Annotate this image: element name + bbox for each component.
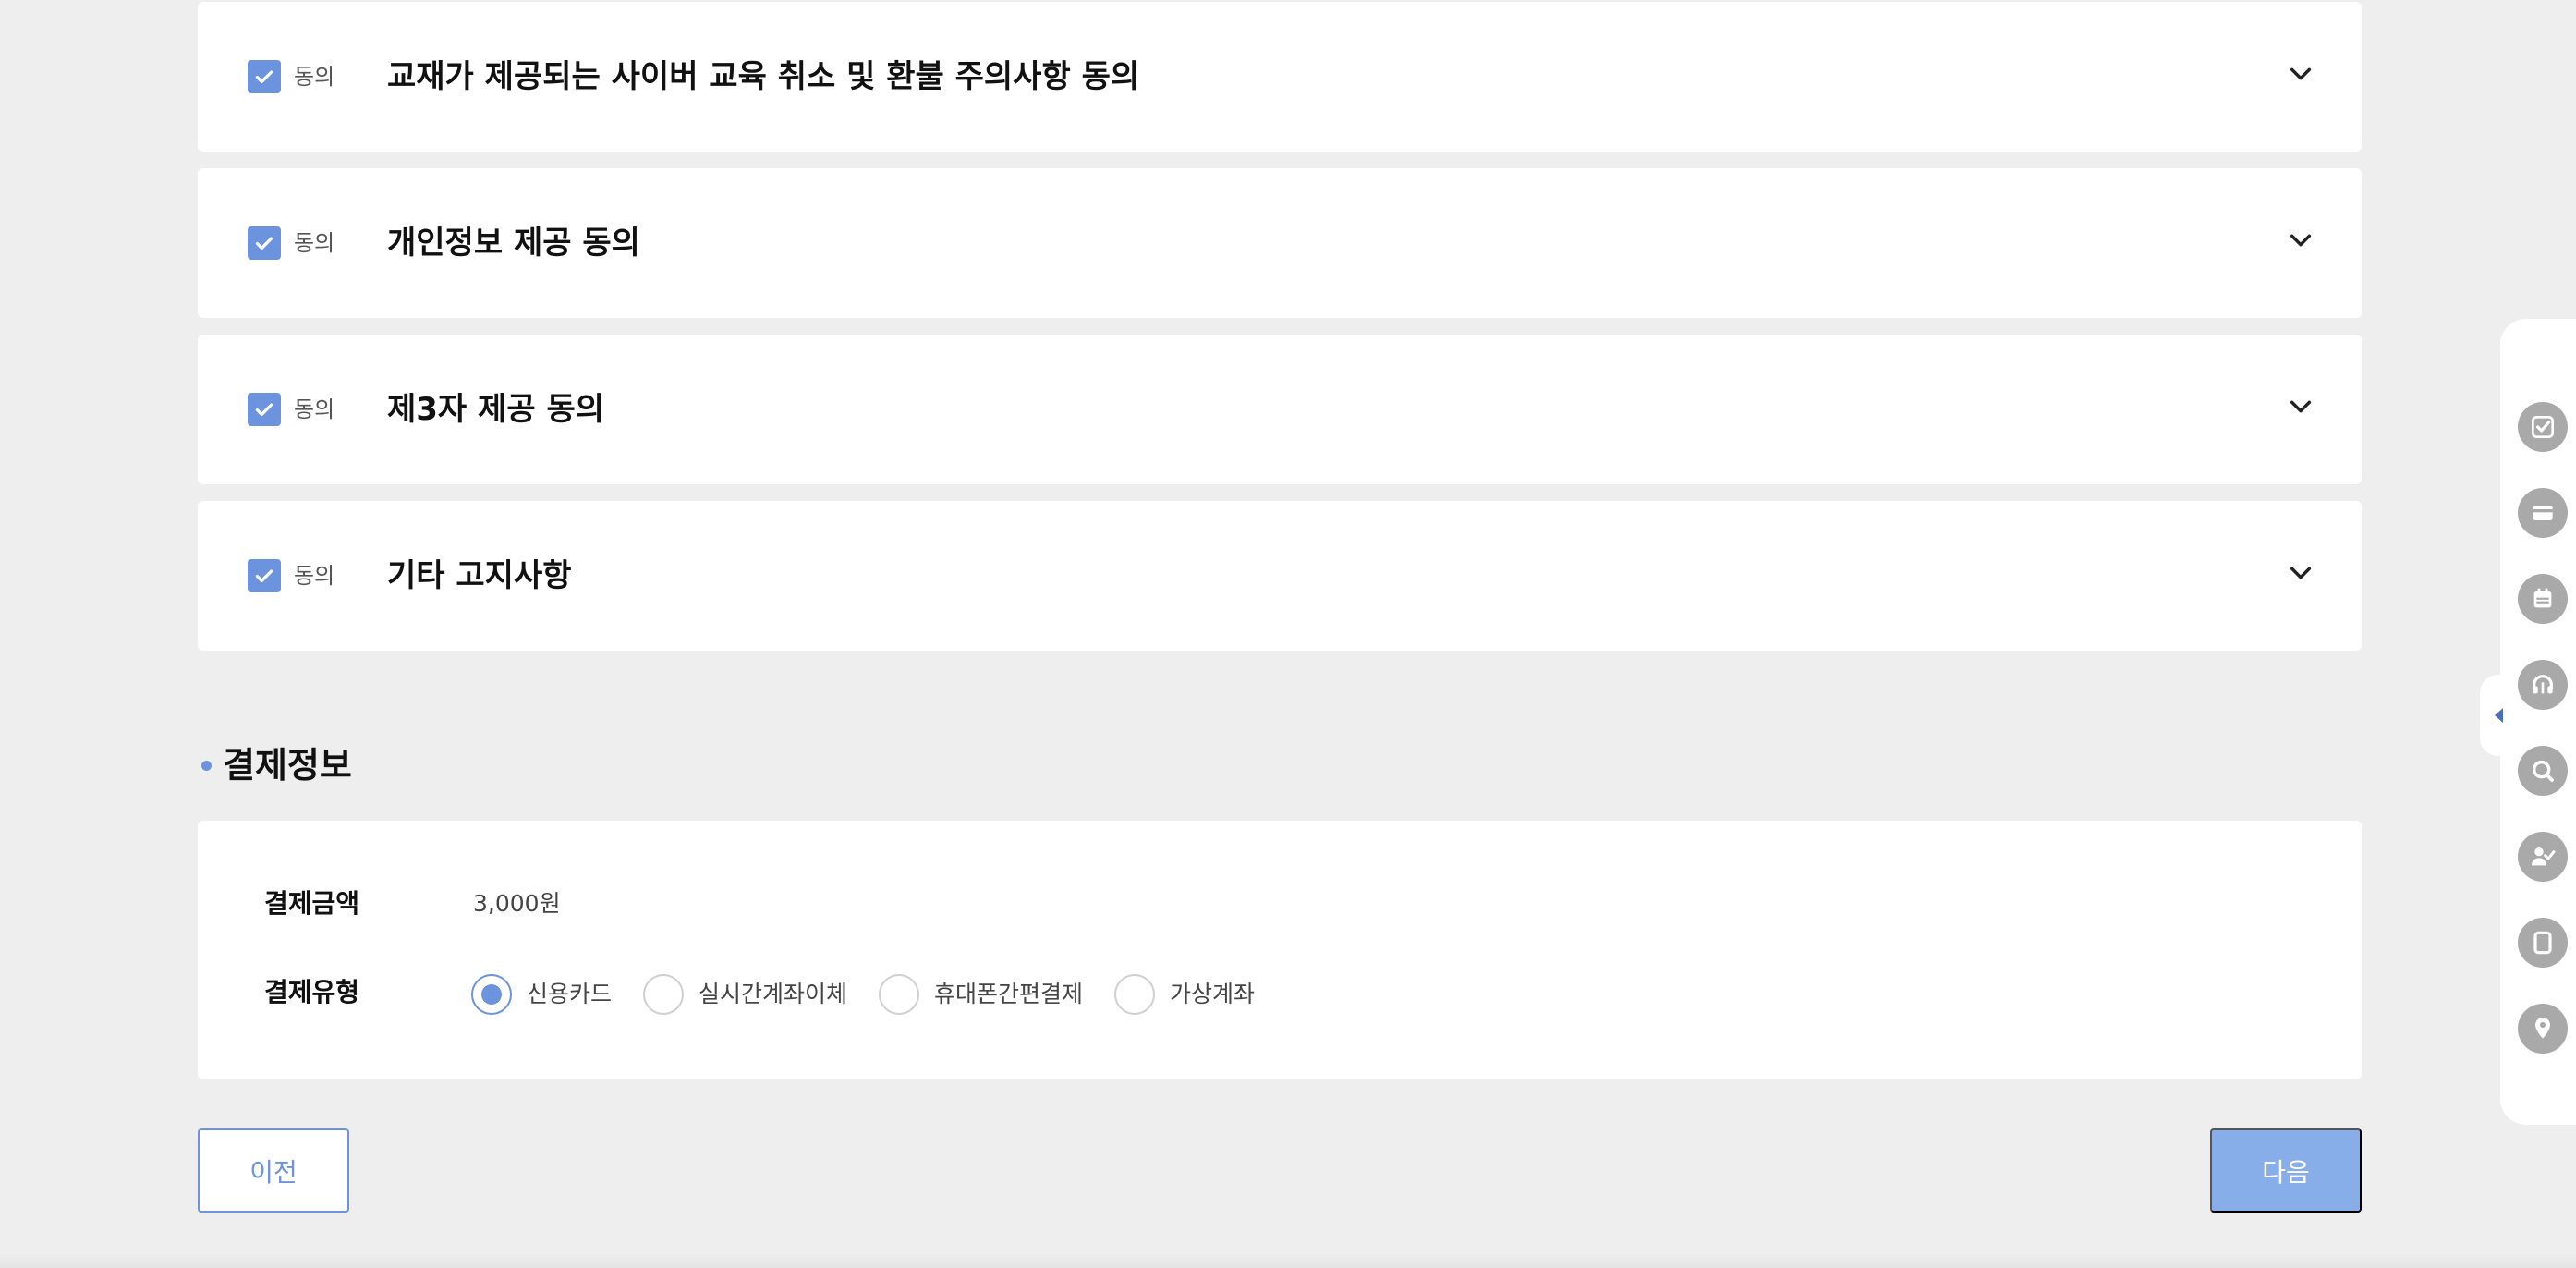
agreement-title: 기타 고지사항 — [387, 557, 572, 594]
agree-checkbox[interactable] — [248, 60, 281, 93]
chevron-down-icon[interactable] — [2286, 59, 2315, 89]
section-title-text: 결제정보 — [223, 745, 352, 786]
radio-mobile-payment[interactable]: 휴대폰간편결제 — [879, 974, 1083, 1015]
radio-label: 실시간계좌이체 — [699, 981, 848, 1007]
agreement-card-notice[interactable]: 동의 기타 고지사항 — [198, 501, 2362, 651]
chevron-down-icon[interactable] — [2286, 558, 2315, 588]
radio-button-selected[interactable] — [471, 974, 512, 1015]
check-icon — [255, 403, 273, 417]
payment-type-radio-group: 신용카드 실시간계좌이체 휴대폰간편결제 가상계좌 — [471, 974, 1286, 1015]
agreement-title: 개인정보 제공 동의 — [387, 225, 640, 262]
radio-button[interactable] — [643, 974, 685, 1015]
check-icon[interactable] — [2518, 402, 2568, 452]
radio-label: 가상계좌 — [1170, 981, 1256, 1007]
page: 동의 교재가 제공되는 사이버 교육 취소 및 환불 주의사항 동의 동의 개인… — [0, 0, 2576, 1268]
collapse-arrow-icon — [2494, 708, 2503, 723]
agreement-card-third-party[interactable]: 동의 제3자 제공 동의 — [198, 335, 2362, 484]
agreement-card-refund[interactable]: 동의 교재가 제공되는 사이버 교육 취소 및 환불 주의사항 동의 — [198, 2, 2362, 152]
calendar-icon[interactable] — [2518, 574, 2568, 624]
prev-button[interactable]: 이전 — [198, 1128, 349, 1213]
radio-bank-transfer[interactable]: 실시간계좌이체 — [643, 974, 847, 1015]
card-icon[interactable] — [2518, 488, 2568, 538]
user-check-icon[interactable] — [2518, 832, 2568, 882]
radio-virtual-account[interactable]: 가상계좌 — [1114, 974, 1255, 1015]
search-icon[interactable] — [2518, 746, 2568, 796]
location-pin-icon[interactable] — [2518, 1004, 2568, 1054]
payment-type-label: 결제유형 — [264, 977, 360, 1007]
bullet-dot — [201, 760, 212, 771]
agreement-title: 교재가 제공되는 사이버 교육 취소 및 환불 주의사항 동의 — [387, 58, 1140, 95]
next-button[interactable]: 다음 — [2210, 1128, 2362, 1213]
amount-value: 3,000원 — [473, 890, 561, 917]
check-icon — [255, 569, 273, 583]
bottom-shadow — [0, 1253, 2576, 1268]
agree-label: 동의 — [294, 396, 335, 422]
payment-card: 결제금액 3,000원 결제유형 신용카드 실시간계좌이체 휴대폰간편결제 가상… — [198, 821, 2362, 1079]
check-icon — [255, 70, 273, 84]
agree-label: 동의 — [294, 230, 335, 256]
agreement-card-privacy[interactable]: 동의 개인정보 제공 동의 — [198, 168, 2362, 318]
radio-label: 신용카드 — [527, 981, 613, 1007]
radio-label: 휴대폰간편결제 — [934, 981, 1084, 1007]
agree-checkbox[interactable] — [248, 393, 281, 426]
agree-label: 동의 — [294, 563, 335, 589]
agree-label: 동의 — [294, 64, 335, 90]
tablet-icon[interactable] — [2518, 918, 2568, 968]
agreement-title: 제3자 제공 동의 — [387, 391, 605, 428]
agree-checkbox[interactable] — [248, 559, 281, 592]
chevron-down-icon[interactable] — [2286, 226, 2315, 255]
radio-credit-card[interactable]: 신용카드 — [471, 974, 612, 1015]
radio-button[interactable] — [1114, 974, 1156, 1015]
radio-button[interactable] — [879, 974, 920, 1015]
section-title-payment: 결제정보 — [201, 739, 352, 791]
check-icon — [255, 237, 273, 250]
agree-checkbox[interactable] — [248, 226, 281, 260]
headset-icon[interactable] — [2518, 660, 2568, 710]
amount-label: 결제금액 — [264, 888, 360, 919]
quick-menu-toggle[interactable] — [2480, 675, 2517, 756]
chevron-down-icon[interactable] — [2286, 392, 2315, 421]
